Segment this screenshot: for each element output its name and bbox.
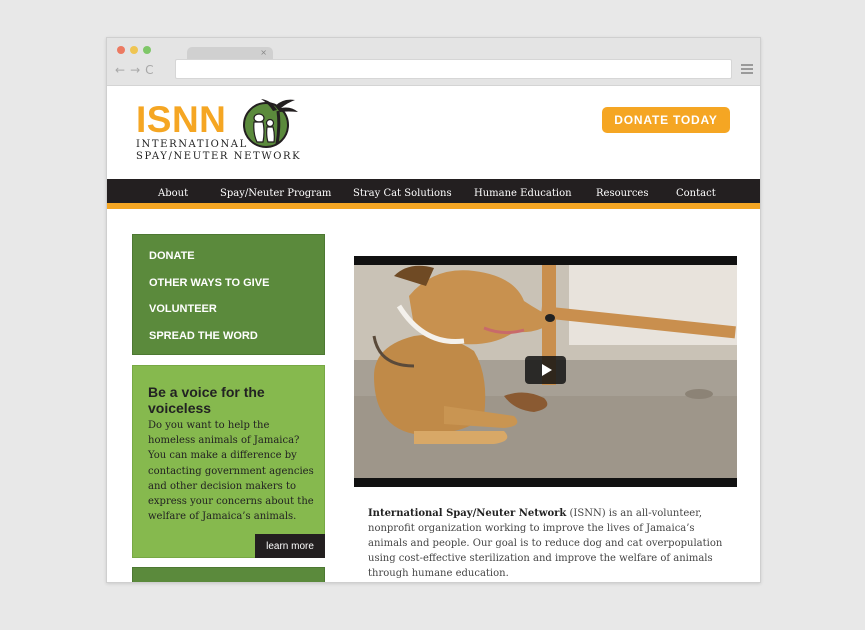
sidebar-item-donate[interactable]: DONATE (133, 243, 324, 270)
nav-item-humane-education[interactable]: Humane Education (474, 179, 572, 209)
logo-subtitle: INTERNATIONAL SPAY/NEUTER NETWORK (136, 139, 301, 163)
logo-line-2: SPAY/NEUTER NETWORK (136, 151, 302, 162)
reload-icon[interactable]: C (145, 62, 155, 78)
nav-item-contact[interactable]: Contact (676, 179, 716, 209)
logo-wordmark[interactable]: ISNN (136, 100, 226, 140)
voice-panel-title: Be a voice for the voiceless (148, 384, 265, 416)
sidebar-item-spread-the-word[interactable]: SPREAD THE WORD (133, 323, 324, 350)
tab-close-icon[interactable]: × (260, 47, 267, 59)
voice-panel: Be a voice for the voiceless Do you want… (132, 365, 325, 558)
play-video-button[interactable] (525, 356, 566, 384)
main-navigation: About Spay/Neuter Program Stray Cat Solu… (107, 179, 760, 209)
voice-panel-body: Do you want to help the homeless animals… (148, 420, 314, 523)
org-name: International Spay/Neuter Network (368, 508, 567, 519)
browser-menu-icon[interactable] (741, 64, 753, 74)
sidebar-item-volunteer[interactable]: VOLUNTEER (133, 296, 324, 323)
browser-chrome: × ← → C (107, 38, 760, 86)
nav-item-resources[interactable]: Resources (596, 179, 648, 209)
maximize-window-dot[interactable] (143, 46, 151, 54)
close-window-dot[interactable] (117, 46, 125, 54)
nav-item-stray-cat-solutions[interactable]: Stray Cat Solutions (353, 179, 452, 209)
video-player[interactable] (354, 256, 737, 487)
forward-arrow-icon[interactable]: → (130, 62, 142, 78)
sidebar-item-other-ways-to-give[interactable]: OTHER WAYS TO GIVE (133, 270, 324, 297)
nav-item-spay-neuter-program[interactable]: Spay/Neuter Program (220, 179, 331, 209)
back-arrow-icon[interactable]: ← (115, 62, 127, 78)
logo-line-1: INTERNATIONAL (136, 139, 248, 150)
address-bar[interactable] (175, 59, 732, 79)
minimize-window-dot[interactable] (130, 46, 138, 54)
learn-more-button[interactable]: learn more (255, 534, 325, 558)
nav-item-about[interactable]: About (158, 179, 188, 209)
browser-window: × ← → C ISNN INTERNATIONAL SPAY/NEUTER N… (106, 37, 761, 583)
sidebar-menu: DONATE OTHER WAYS TO GIVE VOLUNTEER SPRE… (132, 234, 325, 355)
donate-today-button[interactable]: DONATE TODAY (602, 107, 730, 133)
sidebar-next-panel (132, 567, 325, 582)
browser-tab[interactable]: × (187, 47, 273, 59)
org-description: International Spay/Neuter Network (ISNN)… (368, 506, 730, 581)
